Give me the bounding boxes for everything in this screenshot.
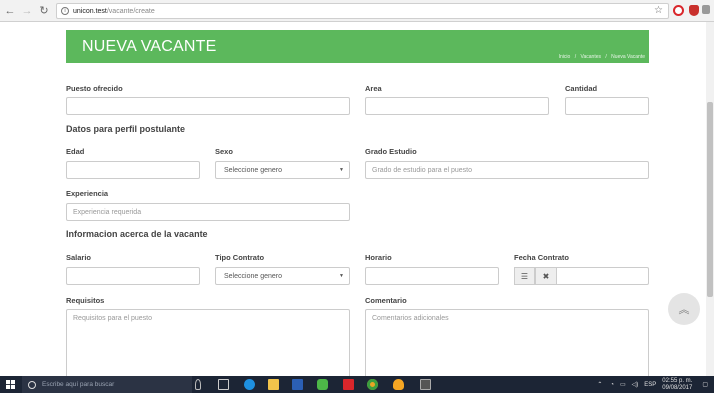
- clock[interactable]: 02:55 p. m. 09/08/2017: [662, 378, 692, 392]
- area-label: Area: [365, 84, 382, 93]
- clear-date-icon[interactable]: ✖: [535, 267, 557, 285]
- bookmark-star-icon[interactable]: ☆: [654, 5, 663, 16]
- network-icon[interactable]: ◔: [610, 382, 614, 388]
- app-green-icon[interactable]: [317, 379, 328, 390]
- tray-chevron-icon[interactable]: ⌃: [597, 381, 602, 388]
- forward-icon[interactable]: →: [20, 4, 34, 18]
- windows-start-icon[interactable]: [0, 376, 20, 393]
- puesto-label: Puesto ofrecido: [66, 84, 123, 93]
- browser-toolbar: ← → ↻ i unicon.test /vacante/create ☆: [0, 0, 714, 22]
- opera-extension-icon[interactable]: [673, 5, 684, 16]
- sexo-select-value: Seleccione genero: [224, 166, 282, 174]
- page-header: NUEVA VACANTE Inicio / Vacantes / Nueva …: [66, 30, 649, 63]
- chrome-icon[interactable]: [367, 379, 378, 390]
- tipo-contrato-value: Seleccione genero: [224, 272, 282, 280]
- windows-taskbar: Escribe aquí para buscar ⌃ ◔ ▭ ◁) ESP 02…: [0, 376, 714, 393]
- task-view-icon[interactable]: [218, 379, 229, 390]
- tipo-contrato-label: Tipo Contrato: [215, 253, 265, 262]
- back-icon[interactable]: ←: [3, 4, 17, 18]
- sexo-label: Sexo: [215, 147, 233, 156]
- scrollbar-thumb[interactable]: [707, 102, 713, 297]
- breadcrumb-sep: /: [605, 54, 607, 60]
- app-orange-icon[interactable]: [393, 379, 404, 390]
- fecha-contrato-input[interactable]: [557, 267, 649, 285]
- chevron-down-icon: ▼: [339, 167, 344, 173]
- breadcrumb: Inicio / Vacantes / Nueva Vacante: [556, 54, 645, 60]
- breadcrumb-home[interactable]: Inicio: [559, 54, 571, 60]
- address-bar[interactable]: i unicon.test /vacante/create ☆: [56, 3, 669, 19]
- chevron-down-icon: ▼: [339, 273, 344, 279]
- pdf-reader-icon[interactable]: [343, 379, 354, 390]
- puesto-input[interactable]: [66, 97, 350, 115]
- fecha-contrato-label: Fecha Contrato: [514, 253, 570, 262]
- url-path: /vacante/create: [106, 7, 155, 15]
- double-chevron-up-icon: ︽: [678, 304, 690, 316]
- notifications-icon[interactable]: ▢: [702, 381, 708, 388]
- edad-input[interactable]: [66, 161, 200, 179]
- area-input[interactable]: [365, 97, 549, 115]
- shield-extension-icon[interactable]: [689, 5, 699, 16]
- salario-input[interactable]: [66, 267, 200, 285]
- comentario-label: Comentario: [365, 296, 407, 305]
- page-scrollbar[interactable]: [706, 22, 714, 376]
- microphone-icon[interactable]: [195, 379, 201, 390]
- cantidad-label: Cantidad: [565, 84, 598, 93]
- page-content: NUEVA VACANTE Inicio / Vacantes / Nueva …: [0, 22, 706, 376]
- clock-time: 02:55 p. m.: [662, 377, 693, 384]
- section-info-heading: Informacion acerca de la vacante: [66, 229, 208, 239]
- calendar-icon[interactable]: ☰: [514, 267, 535, 285]
- edad-label: Edad: [66, 147, 85, 156]
- scroll-to-top-button[interactable]: ︽: [668, 293, 700, 325]
- word-icon[interactable]: [292, 379, 303, 390]
- experiencia-placeholder: Experiencia requerida: [73, 208, 142, 216]
- system-tray: ⌃ ◔ ▭ ◁) ESP 02:55 p. m. 09/08/2017 ▢: [597, 376, 708, 393]
- salario-label: Salario: [66, 253, 92, 262]
- sexo-select[interactable]: Seleccione genero ▼: [215, 161, 350, 179]
- cortana-icon: [28, 380, 36, 389]
- file-explorer-icon[interactable]: [268, 379, 279, 390]
- clock-date: 09/08/2017: [662, 384, 693, 391]
- experiencia-label: Experiencia: [66, 189, 109, 198]
- section-perfil-heading: Datos para perfil postulante: [66, 124, 186, 134]
- url-host: unicon.test: [73, 7, 107, 15]
- breadcrumb-vacantes[interactable]: Vacantes: [581, 54, 601, 60]
- app-window-icon[interactable]: [420, 379, 431, 390]
- requisitos-placeholder: Requisitos para el puesto: [73, 315, 152, 322]
- experiencia-input[interactable]: Experiencia requerida: [66, 203, 350, 221]
- info-icon[interactable]: i: [61, 7, 69, 15]
- tipo-contrato-select[interactable]: Seleccione genero ▼: [215, 267, 350, 285]
- volume-icon[interactable]: ◁): [632, 381, 639, 388]
- horario-input[interactable]: [365, 267, 499, 285]
- edge-icon[interactable]: [244, 379, 255, 390]
- cantidad-input[interactable]: [565, 97, 649, 115]
- cast-extension-icon[interactable]: [702, 5, 710, 14]
- comentario-textarea[interactable]: Comentarios adicionales: [365, 309, 649, 376]
- page-title: NUEVA VACANTE: [82, 38, 217, 55]
- battery-icon[interactable]: ▭: [620, 381, 626, 388]
- requisitos-textarea[interactable]: Requisitos para el puesto: [66, 309, 350, 376]
- taskbar-search-placeholder: Escribe aquí para buscar: [42, 381, 115, 388]
- breadcrumb-current: Nueva Vacante: [611, 54, 645, 60]
- grado-label: Grado Estudio: [365, 147, 417, 156]
- language-indicator[interactable]: ESP: [644, 382, 656, 388]
- requisitos-label: Requisitos: [66, 296, 105, 305]
- taskbar-search[interactable]: Escribe aquí para buscar: [22, 376, 192, 393]
- grado-placeholder: Grado de estudio para el puesto: [372, 166, 473, 174]
- reload-icon[interactable]: ↻: [37, 4, 51, 18]
- horario-label: Horario: [365, 253, 392, 262]
- comentario-placeholder: Comentarios adicionales: [372, 315, 449, 322]
- grado-input[interactable]: Grado de estudio para el puesto: [365, 161, 649, 179]
- breadcrumb-sep: /: [574, 54, 577, 60]
